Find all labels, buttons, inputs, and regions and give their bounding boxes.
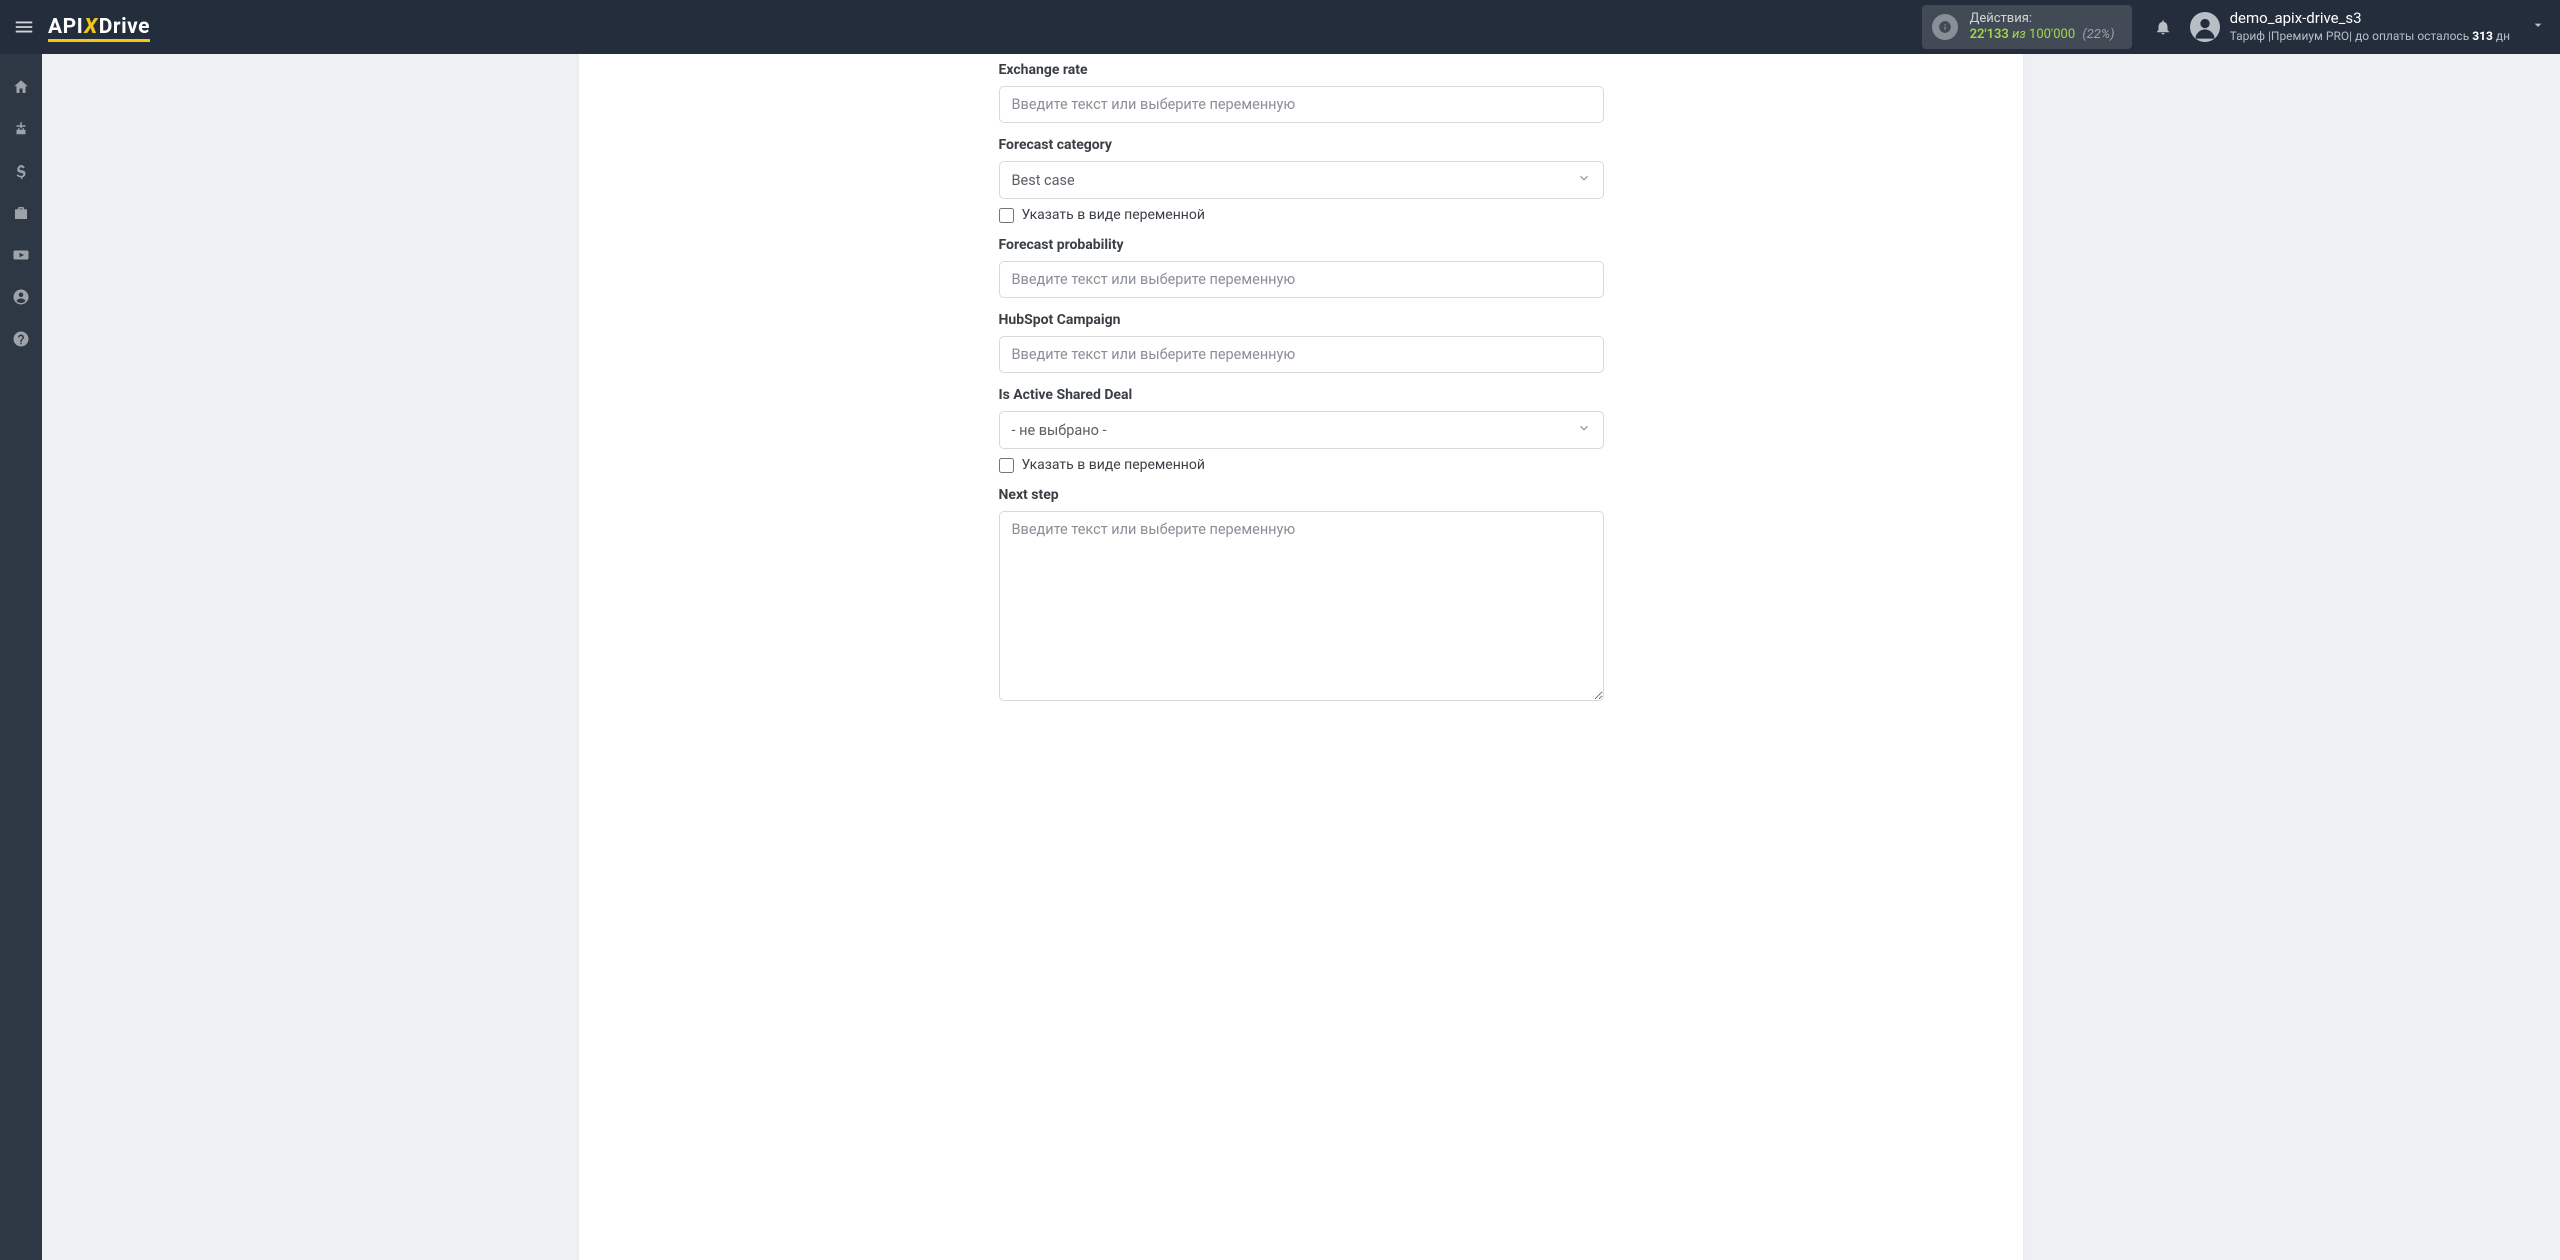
user-icon (2191, 13, 2219, 41)
input-exchange-rate[interactable] (999, 86, 1604, 123)
actions-value: 22'133 из 100'000 (22%) (1970, 27, 2115, 43)
user-circle-icon (12, 288, 30, 306)
select-is-active-shared-deal-value: - не выбрано - (1012, 422, 1107, 439)
sidebar-item-home[interactable] (0, 66, 42, 108)
sidebar-item-connections[interactable] (0, 108, 42, 150)
sidebar (0, 54, 42, 1260)
checkbox-label-forecast-category[interactable]: Указать в виде переменной (1022, 207, 1205, 223)
checkbox-is-active-shared-deal-var: Указать в виде переменной (999, 457, 1604, 473)
youtube-icon (12, 246, 30, 264)
actions-label: Действия: (1970, 11, 2115, 27)
label-next-step: Next step (999, 487, 1604, 503)
username: demo_apix-drive_s3 (2230, 9, 2510, 29)
field-forecast-category: Forecast category Best case Указать в ви… (999, 137, 1604, 223)
actions-counter[interactable]: Действия: 22'133 из 100'000 (22%) (1922, 5, 2132, 50)
content-area: Exchange rate Forecast category Best cas… (42, 54, 2560, 1260)
label-exchange-rate: Exchange rate (999, 62, 1604, 78)
sitemap-icon (12, 120, 30, 138)
sidebar-item-video[interactable] (0, 234, 42, 276)
label-forecast-probability: Forecast probability (999, 237, 1604, 253)
info-icon (1932, 14, 1958, 40)
select-is-active-shared-deal[interactable]: - не выбрано - (999, 411, 1604, 449)
menu-toggle-button[interactable] (10, 13, 38, 41)
input-hubspot-campaign[interactable] (999, 336, 1604, 373)
select-forecast-category-value: Best case (1012, 172, 1075, 189)
label-is-active-shared-deal: Is Active Shared Deal (999, 387, 1604, 403)
logo-text-x: X (84, 15, 97, 39)
checkbox-forecast-category-variable[interactable] (999, 208, 1014, 223)
logo-text-drive: Drive (99, 15, 150, 39)
briefcase-icon (12, 204, 30, 222)
checkbox-forecast-category-var: Указать в виде переменной (999, 207, 1604, 223)
app-header: APIXDrive Действия: 22'133 из 100'000 (2… (0, 0, 2560, 54)
textarea-next-step[interactable] (999, 511, 1604, 701)
user-menu-toggle[interactable] (2530, 17, 2546, 37)
input-forecast-probability[interactable] (999, 261, 1604, 298)
dollar-icon (12, 162, 30, 180)
label-forecast-category: Forecast category (999, 137, 1604, 153)
app-logo[interactable]: APIXDrive (48, 15, 150, 39)
logo-underline (48, 39, 150, 42)
home-icon (12, 78, 30, 96)
checkbox-label-is-active-shared-deal[interactable]: Указать в виде переменной (1022, 457, 1205, 473)
bell-icon (2154, 18, 2172, 36)
label-hubspot-campaign: HubSpot Campaign (999, 312, 1604, 328)
form-card: Exchange rate Forecast category Best cas… (579, 54, 2023, 1260)
select-forecast-category[interactable]: Best case (999, 161, 1604, 199)
help-icon (12, 330, 30, 348)
sidebar-item-help[interactable] (0, 318, 42, 360)
field-forecast-probability: Forecast probability (999, 237, 1604, 298)
user-avatar[interactable] (2190, 12, 2220, 42)
checkbox-is-active-shared-deal-variable[interactable] (999, 458, 1014, 473)
field-next-step: Next step (999, 487, 1604, 705)
field-exchange-rate: Exchange rate (999, 62, 1604, 123)
chevron-down-icon (1577, 171, 1591, 189)
sidebar-item-profile[interactable] (0, 276, 42, 318)
chevron-down-icon (2530, 17, 2546, 33)
user-info[interactable]: demo_apix-drive_s3 Тариф |Премиум PRO| д… (2230, 9, 2510, 44)
notifications-button[interactable] (2146, 18, 2180, 36)
field-hubspot-campaign: HubSpot Campaign (999, 312, 1604, 373)
tariff-info: Тариф |Премиум PRO| до оплаты осталось 3… (2230, 29, 2510, 45)
sidebar-item-billing[interactable] (0, 150, 42, 192)
chevron-down-icon (1577, 421, 1591, 439)
field-is-active-shared-deal: Is Active Shared Deal - не выбрано - Ука… (999, 387, 1604, 473)
sidebar-item-apps[interactable] (0, 192, 42, 234)
hamburger-icon (13, 16, 35, 38)
logo-text-api: API (48, 15, 83, 39)
